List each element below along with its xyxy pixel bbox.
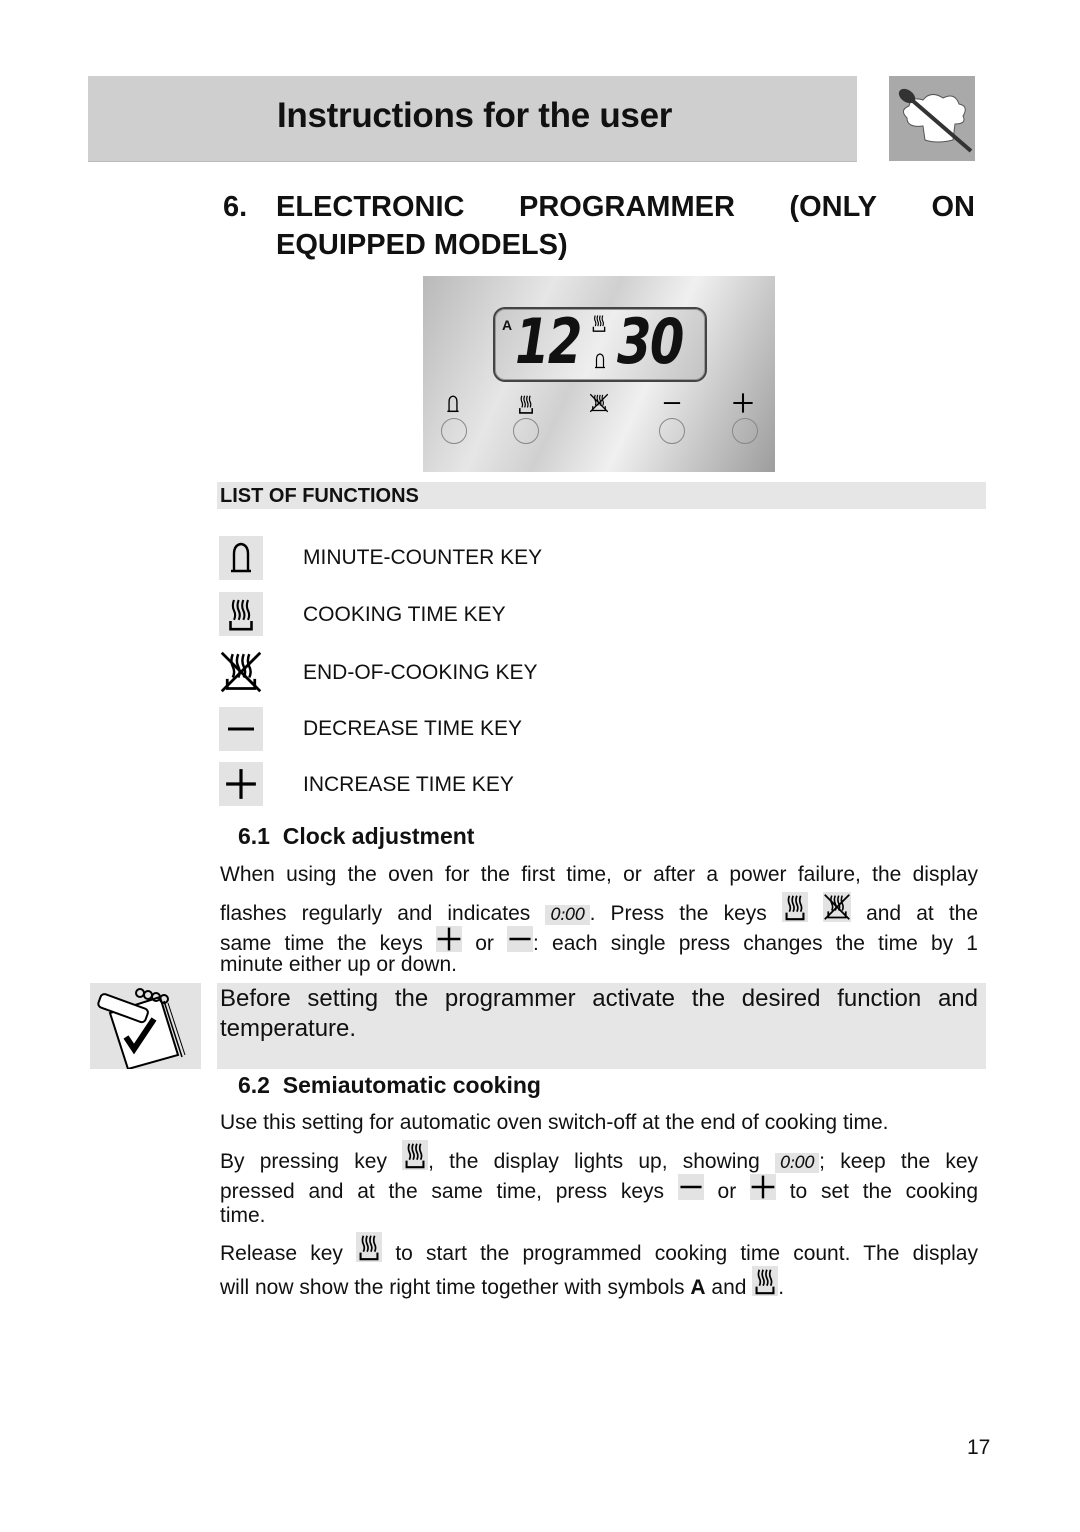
display-hours: 12	[515, 305, 582, 378]
minus-icon	[507, 926, 534, 952]
functions-title: LIST OF FUNCTIONS	[220, 485, 419, 507]
cooking-time-button[interactable]	[513, 418, 539, 444]
text: : each single press changes the time by …	[533, 932, 978, 955]
semiautomatic-cooking-paragraph: Use this setting for automatic oven swit…	[220, 1106, 978, 1300]
subsection-title: Semiautomatic cooking	[282, 1072, 541, 1098]
text: . Press the keys	[589, 902, 767, 925]
cooking-time-icon	[219, 592, 263, 636]
plus-icon	[219, 762, 263, 806]
plus-icon	[436, 926, 463, 952]
minus-icon	[660, 393, 684, 413]
section-title-word: PROGRAMMER	[519, 191, 735, 223]
text: or	[717, 1180, 737, 1203]
notepad-checkmark-icon	[90, 983, 201, 1071]
section-number: 6.	[223, 191, 248, 223]
text: and	[711, 1276, 747, 1299]
paragraph-line: pressed and at the same time, press keys…	[220, 1174, 979, 1203]
text: and at the	[866, 902, 979, 925]
function-label: DECREASE TIME KEY	[303, 717, 523, 740]
display-000-icon: 0:00	[774, 1153, 820, 1173]
bell-icon	[219, 536, 263, 580]
paragraph-line: By pressing key , the display lights up,…	[220, 1140, 978, 1174]
function-label: COOKING TIME KEY	[303, 603, 506, 626]
minute-counter-button[interactable]	[441, 418, 467, 444]
note-text: Before setting the programmer activate t…	[220, 985, 978, 1042]
text: , the display lights up, showing	[428, 1150, 760, 1173]
cooking-time-icon	[402, 1140, 429, 1170]
text: ; keep the key	[819, 1150, 978, 1173]
section-title-word: ELECTRONIC	[276, 191, 465, 223]
section-title-word: ON	[931, 191, 976, 223]
cooking-time-icon	[752, 1266, 779, 1296]
function-label: INCREASE TIME KEY	[303, 773, 514, 796]
paragraph-line: Use this setting for automatic oven swit…	[220, 1111, 889, 1134]
cooking-time-icon	[356, 1232, 383, 1262]
paragraph-line: flashes regularly and indicates 0:00. Pr…	[220, 892, 978, 926]
subsection-number: 6.2	[238, 1072, 270, 1098]
end-of-cooking-icon	[589, 393, 609, 413]
semiautomatic-cooking-heading: 6.2 Semiautomatic cooking	[238, 1072, 541, 1099]
section-title-line2: EQUIPPED MODELS)	[276, 229, 568, 261]
plus-icon	[732, 391, 754, 415]
cooking-time-icon	[517, 393, 535, 415]
clock-adjustment-paragraph: When using the oven for the first time, …	[220, 858, 978, 978]
end-of-cooking-icon	[822, 892, 851, 922]
plus-icon	[749, 1174, 776, 1200]
minus-icon	[677, 1174, 704, 1200]
function-label: END-OF-COOKING KEY	[303, 661, 538, 684]
paragraph-line: Release key to start the programmed cook…	[220, 1232, 978, 1266]
text: to set the cooking	[789, 1180, 979, 1203]
section-title-line1: ELECTRONIC PROGRAMMER (ONLY ON	[276, 188, 975, 226]
paragraph-line: When using the oven for the first time, …	[220, 863, 978, 886]
paragraph-line: same time the keys or : each single pres…	[220, 926, 978, 955]
section-title-word: (ONLY	[789, 191, 877, 223]
minus-icon	[219, 707, 263, 751]
subsection-title: Clock adjustment	[282, 823, 475, 849]
cooking-time-icon	[781, 892, 808, 922]
auto-symbol-text: A	[690, 1276, 706, 1299]
function-label: MINUTE-COUNTER KEY	[303, 546, 543, 569]
clock-adjustment-heading: 6.1 Clock adjustment	[238, 823, 474, 850]
chef-hat-spoon-icon	[889, 76, 975, 161]
auto-symbol: A	[502, 317, 513, 333]
paragraph-line: time.	[220, 1204, 266, 1227]
text: to start the programmed cooking time cou…	[395, 1242, 978, 1265]
decrease-time-button[interactable]	[659, 418, 685, 444]
paragraph-line: will now show the right time together wi…	[220, 1266, 978, 1300]
display-minutes: 30	[617, 305, 684, 378]
text: pressed and at the same time, press keys	[220, 1180, 665, 1203]
bell-icon	[446, 395, 460, 413]
subsection-number: 6.1	[238, 823, 270, 849]
end-of-cooking-icon	[219, 650, 263, 694]
text: Release key	[220, 1242, 343, 1265]
text: By pressing key	[220, 1150, 387, 1173]
increase-time-button[interactable]	[732, 418, 758, 444]
cooking-time-icon	[591, 313, 607, 333]
text: will now show the right time together wi…	[220, 1276, 685, 1299]
text: flashes regularly and indicates	[220, 902, 531, 925]
page-header-title: Instructions for the user	[277, 96, 673, 135]
paragraph-line: minute either up or down.	[220, 953, 457, 976]
page-number: 17	[967, 1436, 991, 1459]
bell-icon	[594, 353, 606, 369]
display-000-icon: 0:00	[545, 905, 590, 925]
text: .	[778, 1276, 785, 1299]
lcd-display: A 12 30	[493, 307, 707, 382]
text: or	[475, 932, 494, 955]
